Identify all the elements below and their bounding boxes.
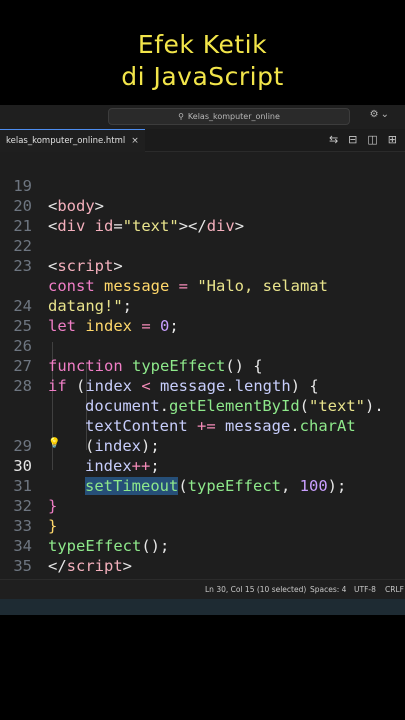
code-line: 21: [0, 196, 405, 235]
split-editor-icon[interactable]: ◫: [367, 133, 377, 146]
code-line: 36 </body>: [0, 556, 405, 579]
code-line: 35: [0, 536, 405, 575]
code-line: 32 }: [0, 476, 405, 535]
code-line: 31 }: [0, 456, 405, 515]
code-line: 33 typeEffect();: [0, 496, 405, 555]
search-text: Kelas_komputer_online: [187, 112, 280, 121]
titlebar-actions: ⚙ ⌄: [370, 109, 389, 120]
code-line: 29 index++;: [0, 416, 405, 475]
encoding-status[interactable]: UTF-8: [354, 585, 376, 594]
code-line: 26 function typeEffect() {: [0, 316, 405, 375]
cursor-position[interactable]: Ln 30, Col 15 (10 selected): [205, 585, 306, 594]
copilot-icon[interactable]: ⚙: [370, 109, 379, 120]
close-icon[interactable]: ×: [131, 136, 139, 146]
tab-bar: kelas_komputer_online.html × ⇆ ⊟ ◫ ⊞: [0, 129, 405, 152]
tab-kelas-komputer-online[interactable]: kelas_komputer_online.html ×: [0, 129, 145, 152]
caption-line-1: Efek Ketik: [137, 30, 268, 59]
code-line-active: 30 setTimeout(typeEffect, 100);: [0, 436, 405, 495]
code-line: 34 </script>: [0, 516, 405, 575]
editor-actions: ⇆ ⊟ ◫ ⊞: [329, 133, 397, 146]
code-line: textContent += message.charAt: [85, 417, 356, 435]
code-line: 24 let index = 0;: [0, 276, 405, 335]
code-line: 25: [0, 296, 405, 335]
code-line: 27 if (index < message.length) {: [0, 336, 405, 395]
tab-label: kelas_komputer_online.html: [6, 136, 126, 146]
panel-strip: [0, 599, 405, 615]
more-actions-icon[interactable]: ⊞: [388, 133, 397, 146]
indentation-status[interactable]: Spaces: 4: [310, 585, 346, 594]
code-line: datang!";: [48, 297, 132, 315]
code-line: 23 const message = "Halo, selamat: [0, 236, 405, 295]
code-editor[interactable]: 💡 19 <body> 20 <div id="text"></div> 21 …: [0, 152, 405, 579]
eol-status[interactable]: CRLF: [385, 585, 404, 594]
code-line: 22 <script>: [0, 216, 405, 275]
code-line: 19 <body>: [0, 156, 405, 215]
code-line: (index);: [85, 437, 160, 455]
command-center-search[interactable]: ⚲ Kelas_komputer_online: [108, 108, 350, 125]
caption-line-2: di JavaScript: [121, 62, 284, 91]
compare-icon[interactable]: ⇆: [329, 133, 338, 146]
status-bar: Ln 30, Col 15 (10 selected) Spaces: 4 UT…: [0, 579, 405, 599]
code-line: 20 <div id="text"></div>: [0, 176, 405, 235]
search-icon: ⚲: [178, 112, 184, 121]
chevron-down-icon[interactable]: ⌄: [381, 109, 389, 120]
code-line: 28 document.getElementById("text").: [0, 356, 405, 415]
preview-icon[interactable]: ⊟: [348, 133, 357, 146]
